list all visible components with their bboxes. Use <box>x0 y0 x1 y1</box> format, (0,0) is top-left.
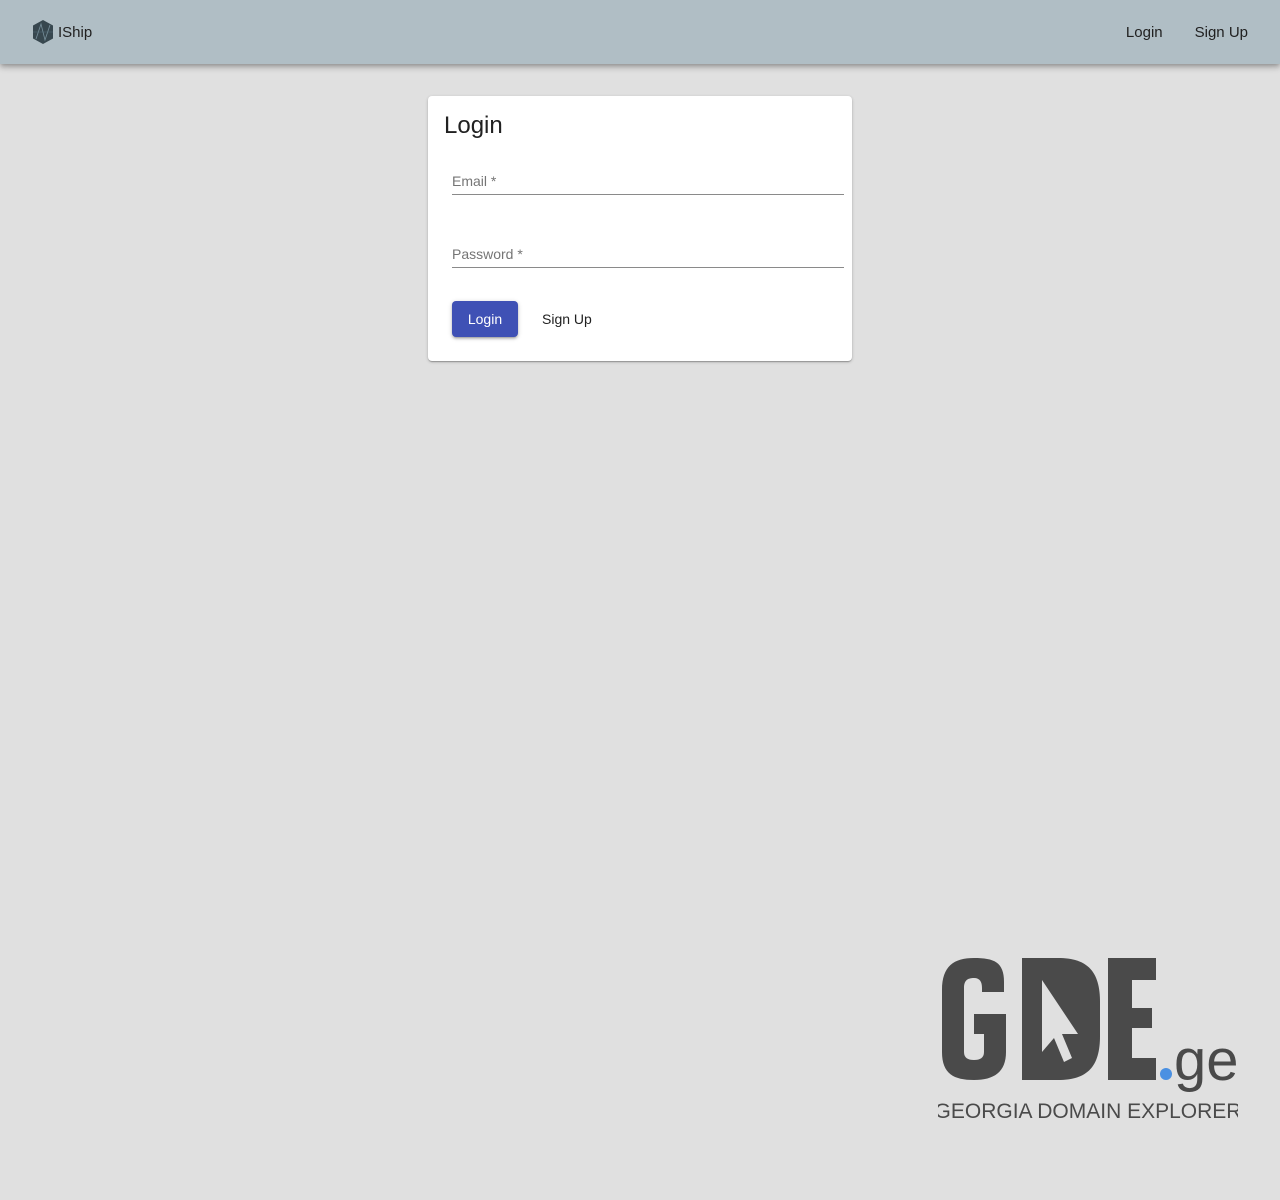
login-title: Login <box>444 112 503 139</box>
email-field[interactable]: Email * <box>452 163 844 195</box>
brand[interactable]: IShip <box>32 19 92 45</box>
svg-text:GEORGIA DOMAIN EXPLORER: GEORGIA DOMAIN EXPLORER <box>938 1100 1238 1123</box>
password-input[interactable] <box>452 241 844 267</box>
password-field[interactable]: Password * <box>452 236 844 268</box>
nav-signup-button[interactable]: Sign Up <box>1179 16 1264 49</box>
login-card: Login Email * Password * Login Sign Up <box>428 96 852 361</box>
email-input[interactable] <box>452 168 844 194</box>
login-button[interactable]: Login <box>452 301 518 337</box>
app-bar: IShip Login Sign Up <box>0 0 1280 64</box>
signup-button[interactable]: Sign Up <box>530 301 604 337</box>
hexagon-logo-icon <box>32 19 54 45</box>
gde-watermark-logo: ge GEORGIA DOMAIN EXPLORER <box>938 952 1238 1124</box>
nav-login-button[interactable]: Login <box>1110 16 1179 49</box>
app-name: IShip <box>58 23 93 41</box>
svg-text:ge: ge <box>1174 1028 1238 1093</box>
